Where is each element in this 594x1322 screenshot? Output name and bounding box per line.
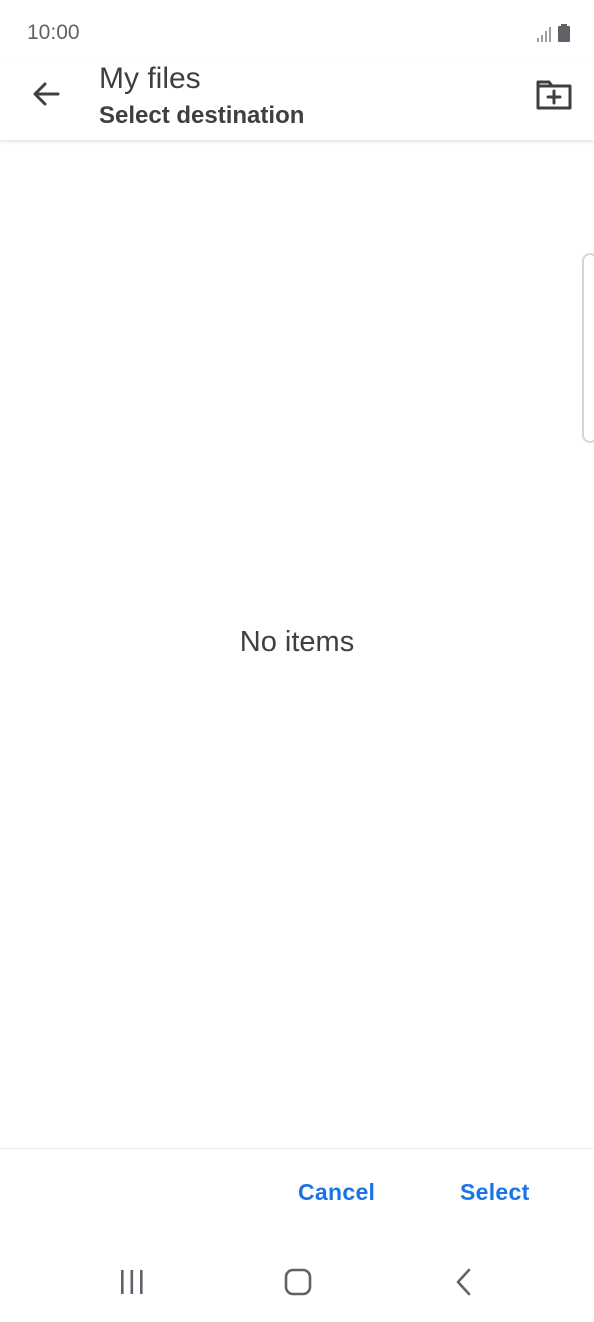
status-bar: 10:00 [0, 0, 594, 60]
navigation-bar [0, 1244, 594, 1322]
home-button[interactable] [276, 1264, 320, 1304]
recents-icon [117, 1269, 147, 1300]
signal-icon [536, 26, 552, 47]
back-button[interactable] [22, 74, 70, 118]
nav-back-icon [452, 1267, 476, 1302]
cancel-button[interactable]: Cancel [298, 1179, 375, 1206]
arrow-back-icon [31, 79, 61, 114]
file-list-area: No items [0, 142, 594, 1148]
page-title: My files [99, 62, 201, 95]
battery-icon [558, 24, 570, 47]
home-icon [283, 1267, 313, 1302]
page-subtitle: Select destination [99, 102, 305, 129]
nav-back-button[interactable] [442, 1264, 486, 1304]
app-bar: My files Select destination [0, 60, 594, 140]
scrollbar-handle[interactable] [582, 253, 594, 443]
select-button[interactable]: Select [460, 1179, 530, 1206]
status-icons [536, 24, 570, 47]
recents-button[interactable] [110, 1264, 154, 1304]
empty-state-message: No items [239, 626, 355, 658]
action-bar: Cancel Select [0, 1149, 594, 1244]
create-folder-button[interactable] [532, 74, 576, 118]
create-folder-icon [536, 78, 572, 115]
status-time: 10:00 [27, 21, 80, 44]
